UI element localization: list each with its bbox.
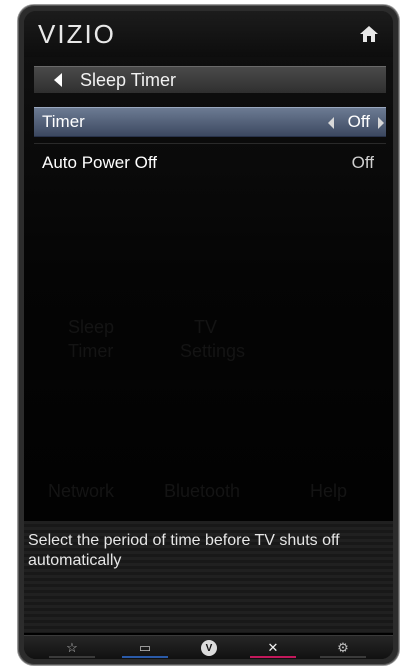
- chevron-left-icon[interactable]: [328, 117, 334, 129]
- divider: [34, 143, 386, 144]
- top-bar: VIZIO: [24, 11, 393, 57]
- menu-item-value: Off: [347, 112, 370, 131]
- breadcrumb[interactable]: Sleep Timer: [34, 66, 386, 93]
- menu-title: Sleep Timer: [80, 70, 177, 90]
- gear-icon[interactable]: ⚙: [318, 638, 368, 658]
- tv-menu-screen: VIZIO Sleep Timer Timer Off Auto Power O…: [24, 11, 393, 659]
- ghost-label: TV: [194, 317, 218, 337]
- ghost-label: Network: [48, 481, 115, 501]
- menu-item-timer[interactable]: Timer Off: [34, 107, 386, 137]
- star-icon[interactable]: ☆: [47, 638, 97, 658]
- vizio-logo: VIZIO: [38, 19, 116, 49]
- ghost-label: Timer: [68, 341, 114, 361]
- ghost-label: Settings: [180, 341, 246, 361]
- ghost-label: Help: [310, 481, 348, 501]
- menu-item-label: Auto Power Off: [42, 153, 157, 172]
- ghost-label: Bluetooth: [164, 481, 241, 501]
- bottom-bar: ☆ ▭ V ✕ ⚙: [24, 635, 393, 659]
- help-panel: Select the period of time before TV shut…: [24, 521, 393, 633]
- vizio-v-glyph: V: [201, 640, 217, 656]
- widget-icon[interactable]: ▭: [120, 638, 170, 658]
- vizio-v-icon[interactable]: V: [184, 638, 234, 658]
- menu-item-auto-power-off[interactable]: Auto Power Off Off: [34, 149, 386, 177]
- menu-item-label: Timer: [42, 112, 85, 131]
- ghost-label: Sleep: [68, 317, 115, 337]
- star-icon-glyph: ☆: [66, 640, 78, 655]
- help-text: Select the period of time before TV shut…: [28, 532, 340, 569]
- close-icon-glyph: ✕: [267, 640, 279, 655]
- triangle-left-icon[interactable]: [54, 73, 62, 87]
- home-icon[interactable]: [359, 24, 379, 44]
- widget-icon-glyph: ▭: [138, 640, 152, 655]
- menu-item-value: Off: [351, 153, 374, 172]
- gear-icon-glyph: ⚙: [337, 640, 349, 655]
- chevron-right-icon[interactable]: [378, 117, 384, 129]
- close-icon[interactable]: ✕: [248, 638, 298, 658]
